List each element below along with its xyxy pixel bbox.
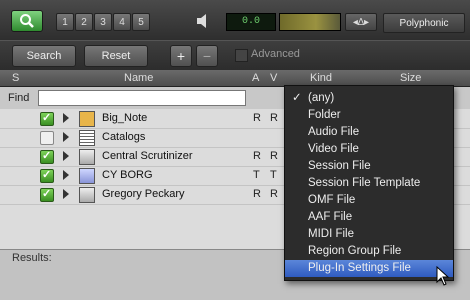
column-s[interactable]: S [12,72,19,84]
mouse-cursor-icon [436,266,450,286]
menu-item-session-file[interactable]: Session File [285,158,453,175]
row-v: R [270,188,278,200]
checkmark-icon: ✓ [292,92,302,104]
row-name: Catalogs [102,131,146,143]
kind-dropdown-menu: ✓ (any) Folder Audio File Video File Sess… [284,85,454,281]
row-a: R [253,150,261,162]
row-name: Central Scrutinizer [102,150,193,162]
drive-icon [79,187,95,203]
menu-item-plugin-settings-file[interactable]: Plug-In Settings File [285,260,453,277]
menu-item-video-file[interactable]: Video File [285,141,453,158]
top-toolbar: 1 2 3 4 5 0.0 ◂∆▸ Polyphonic [0,0,470,40]
page-button-5[interactable]: 5 [132,13,150,31]
row-a: R [253,188,261,200]
menu-item-session-file-template[interactable]: Session File Template [285,175,453,192]
expand-triangle-icon[interactable] [63,151,69,161]
row-a: T [253,169,260,181]
row-checkbox[interactable] [40,111,54,126]
expand-triangle-icon[interactable] [63,189,69,199]
menu-item-midi-file[interactable]: MIDI File [285,226,453,243]
remove-criteria-button[interactable]: − [196,45,218,67]
column-v[interactable]: V [270,72,277,84]
drive-icon [79,149,95,165]
page-button-2[interactable]: 2 [75,13,93,31]
pitch-control[interactable]: ◂∆▸ [345,13,377,31]
catalog-icon [79,130,95,146]
column-kind[interactable]: Kind [310,72,332,84]
music-file-icon [79,111,95,127]
column-size[interactable]: Size [400,72,421,84]
search-button[interactable]: Search [12,45,76,67]
row-v: T [270,169,277,181]
menu-item-omf-file[interactable]: OMF File [285,192,453,209]
row-name: CY BORG [102,169,153,181]
expand-triangle-icon[interactable] [63,132,69,142]
search-toolbar: Search Reset + − Advanced [0,40,470,71]
find-label: Find [8,92,30,104]
page-button-1[interactable]: 1 [56,13,74,31]
magnifier-icon [20,14,34,28]
row-checkbox[interactable] [40,187,54,202]
column-a[interactable]: A [252,72,259,84]
menu-item-any[interactable]: ✓ (any) [285,90,453,107]
voice-mode-button[interactable]: Polyphonic [383,13,465,33]
menu-item-region-group-file[interactable]: Region Group File [285,243,453,260]
find-input[interactable] [38,90,246,106]
add-criteria-button[interactable]: + [170,45,192,67]
expand-triangle-icon[interactable] [63,170,69,180]
level-meter [279,13,341,31]
speaker-button[interactable] [192,12,216,30]
page-button-4[interactable]: 4 [113,13,131,31]
row-name: Big_Note [102,112,148,124]
row-v: R [270,112,278,124]
results-label: Results: [12,252,52,264]
search-toggle-button[interactable] [11,10,43,32]
menu-item-aaf-file[interactable]: AAF File [285,209,453,226]
disk-icon [79,168,95,184]
column-name[interactable]: Name [124,72,153,84]
row-v: R [270,150,278,162]
volume-display: 0.0 [226,13,276,31]
advanced-label: Advanced [251,48,300,60]
expand-triangle-icon[interactable] [63,113,69,123]
row-name: Gregory Peckary [102,188,185,200]
row-checkbox[interactable] [40,149,54,164]
row-checkbox[interactable] [40,131,54,145]
advanced-checkbox[interactable] [235,49,248,62]
menu-item-folder[interactable]: Folder [285,107,453,124]
menu-item-audio-file[interactable]: Audio File [285,124,453,141]
speaker-icon [197,14,206,28]
row-a: R [253,112,261,124]
row-checkbox[interactable] [40,168,54,183]
page-button-3[interactable]: 3 [94,13,112,31]
reset-button[interactable]: Reset [84,45,148,67]
